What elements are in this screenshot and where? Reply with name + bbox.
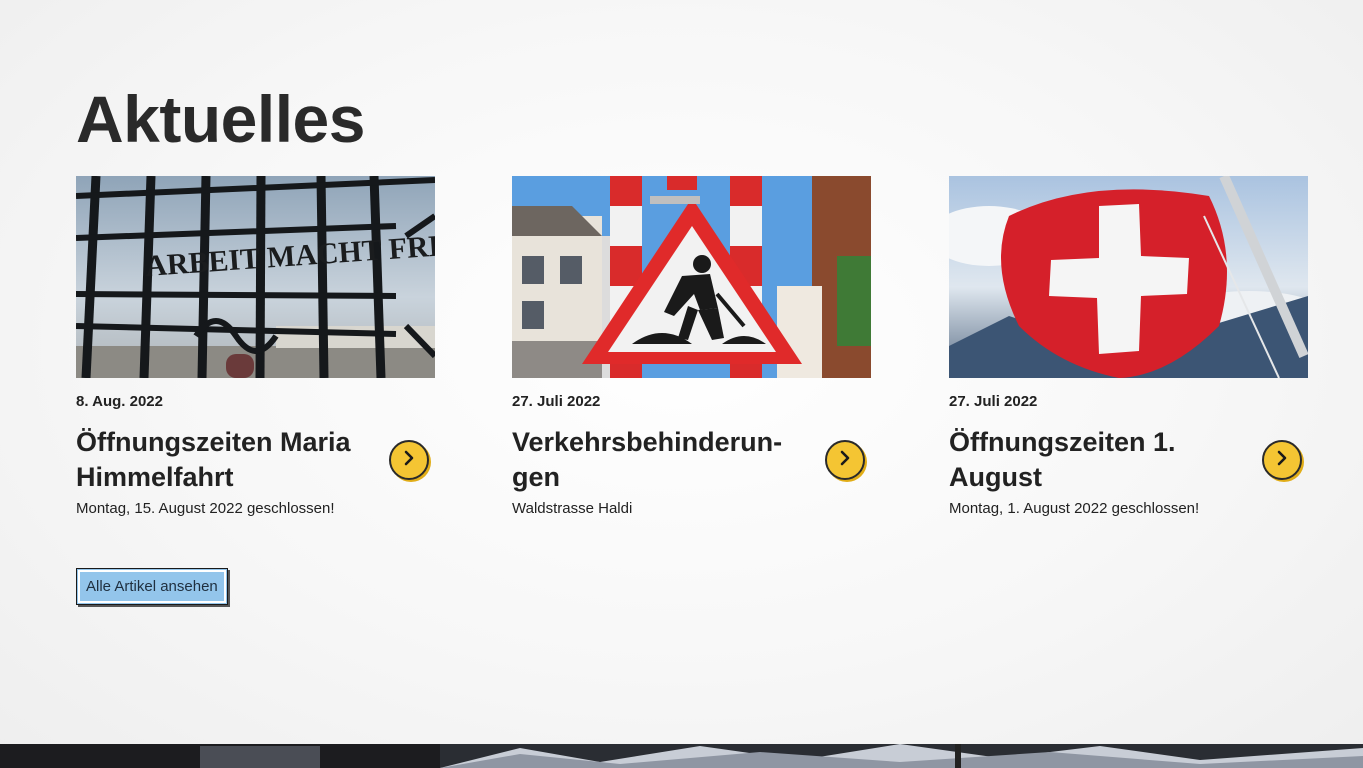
article-date: 8. Aug. 2022 bbox=[76, 393, 163, 410]
article-title[interactable]: Öffnungszeiten 1. August bbox=[949, 425, 1249, 495]
article-image-swiss-flag[interactable] bbox=[949, 176, 1308, 378]
article-teaser: Montag, 1. August 2022 geschlossen! bbox=[949, 500, 1200, 517]
article-date: 27. Juli 2022 bbox=[512, 393, 601, 410]
article-link-button[interactable] bbox=[389, 440, 429, 480]
article-card[interactable]: ARBEIT MACHT FREI 8. Aug. 2022 Öffnungsz… bbox=[76, 176, 435, 517]
article-title[interactable]: Öffnungszeiten Maria Himmelfahrt bbox=[76, 425, 376, 495]
article-image-gate[interactable]: ARBEIT MACHT FREI bbox=[76, 176, 435, 378]
chevron-right-icon bbox=[1274, 450, 1290, 471]
chevron-right-icon bbox=[837, 450, 853, 471]
footer-background-image bbox=[0, 744, 1363, 768]
article-link-button[interactable] bbox=[825, 440, 865, 480]
all-articles-button[interactable]: Alle Artikel ansehen bbox=[76, 568, 228, 605]
article-teaser: Montag, 15. August 2022 geschlossen! bbox=[76, 500, 335, 517]
article-teaser: Waldstrasse Haldi bbox=[512, 500, 633, 517]
article-image-roadwork[interactable] bbox=[512, 176, 871, 378]
page-title: Aktuelles bbox=[76, 82, 365, 156]
article-date: 27. Juli 2022 bbox=[949, 393, 1038, 410]
article-card[interactable]: 27. Juli 2022 Verkehrsbehinderun-gen Wal… bbox=[512, 176, 871, 517]
article-title[interactable]: Verkehrsbehinderun-gen bbox=[512, 425, 812, 495]
article-link-button[interactable] bbox=[1262, 440, 1302, 480]
article-card[interactable]: 27. Juli 2022 Öffnungszeiten 1. August M… bbox=[949, 176, 1308, 517]
chevron-right-icon bbox=[401, 450, 417, 471]
